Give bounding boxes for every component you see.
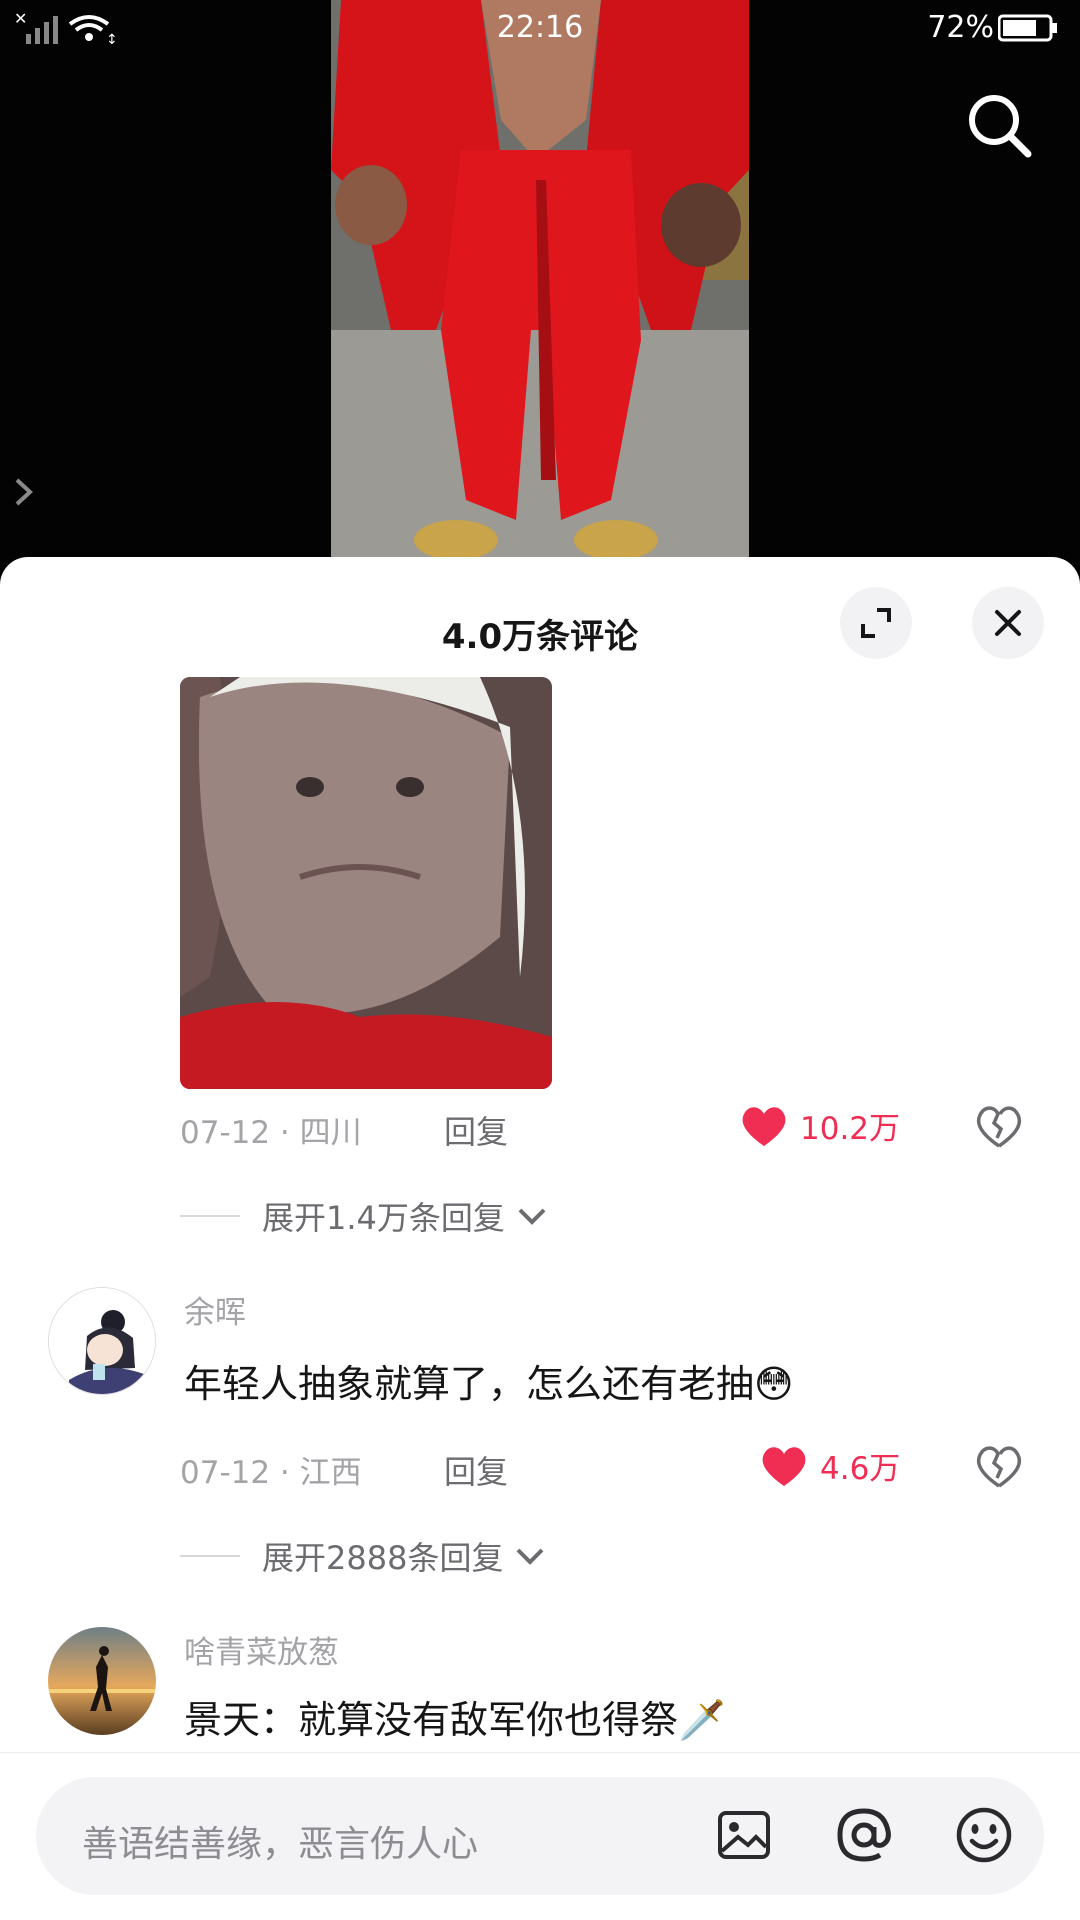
comment-text: 景天：就算没有敌军你也得祭🗡️ — [184, 1698, 726, 1742]
like-button[interactable]: 10.2万 — [740, 1103, 900, 1148]
expand-replies[interactable]: 展开2888条回复 — [180, 1533, 547, 1579]
expand-replies[interactable]: 展开1.4万条回复 — [180, 1193, 549, 1239]
side-panel-arrow[interactable] — [12, 476, 36, 508]
divider-line — [180, 1215, 240, 1217]
close-button[interactable] — [972, 587, 1044, 659]
avatar[interactable] — [48, 1627, 156, 1735]
username[interactable]: 啥青菜放葱 — [184, 1627, 339, 1672]
reply-button[interactable]: 回复 — [444, 1107, 508, 1153]
battery-percent: 72% — [927, 10, 994, 45]
app-screen: ✕ ↕ 22:16 72% 4.0万条评论 07-12 · 四川 回复 10.2… — [0, 0, 1080, 1920]
dislike-button[interactable] — [976, 1105, 1022, 1153]
broken-heart-icon — [976, 1446, 1022, 1488]
mention-button[interactable] — [832, 1803, 896, 1867]
comment-image[interactable] — [180, 677, 552, 1089]
dislike-button[interactable] — [976, 1445, 1022, 1493]
comments-sheet: 4.0万条评论 07-12 · 四川 回复 10.2万 展开1.4万条回复 余晖… — [0, 557, 1080, 1920]
avatar[interactable] — [48, 1287, 156, 1395]
status-time: 22:16 — [496, 10, 584, 45]
emoji-icon — [956, 1807, 1012, 1863]
comment-input-bar: 善语结善缘，恶言伤人心 — [0, 1752, 1080, 1920]
broken-heart-icon — [976, 1106, 1022, 1148]
image-icon — [718, 1811, 770, 1859]
comment-input[interactable]: 善语结善缘，恶言伤人心 — [36, 1777, 1044, 1895]
divider-line — [180, 1555, 240, 1557]
search-icon — [969, 95, 1032, 158]
video-player[interactable] — [0, 0, 1080, 580]
heart-icon — [742, 1106, 786, 1146]
search-button[interactable] — [960, 86, 1040, 166]
at-icon — [837, 1808, 891, 1862]
like-count: 4.6万 — [820, 1451, 901, 1487]
comment-input-placeholder: 善语结善缘，恶言伤人心 — [82, 1824, 479, 1865]
heart-icon — [762, 1446, 806, 1486]
comment-meta: 07-12 · 江西 — [180, 1455, 362, 1491]
close-icon — [995, 610, 1021, 636]
expand-icon — [861, 608, 891, 638]
comment-meta: 07-12 · 四川 — [180, 1115, 362, 1151]
emoji-button[interactable] — [952, 1803, 1016, 1867]
battery-icon — [997, 14, 1058, 50]
comment-text: 年轻人抽象就算了，怎么还有老抽😳 — [184, 1362, 794, 1406]
comments-count-title: 4.0万条评论 — [441, 617, 639, 657]
username[interactable]: 余晖 — [184, 1287, 246, 1332]
expand-button[interactable] — [840, 587, 912, 659]
reply-button[interactable]: 回复 — [444, 1447, 508, 1493]
expand-replies-label: 展开2888条回复 — [262, 1539, 504, 1577]
chevron-right-icon — [15, 478, 33, 506]
like-button[interactable]: 4.6万 — [760, 1443, 900, 1488]
status-bar: ✕ ↕ 22:16 72% — [0, 0, 1080, 56]
chevron-down-icon — [517, 1548, 544, 1565]
image-button[interactable] — [712, 1803, 776, 1867]
video-frame — [331, 0, 749, 560]
expand-replies-label: 展开1.4万条回复 — [262, 1199, 505, 1237]
like-count: 10.2万 — [800, 1111, 901, 1147]
chevron-down-icon — [518, 1208, 546, 1225]
